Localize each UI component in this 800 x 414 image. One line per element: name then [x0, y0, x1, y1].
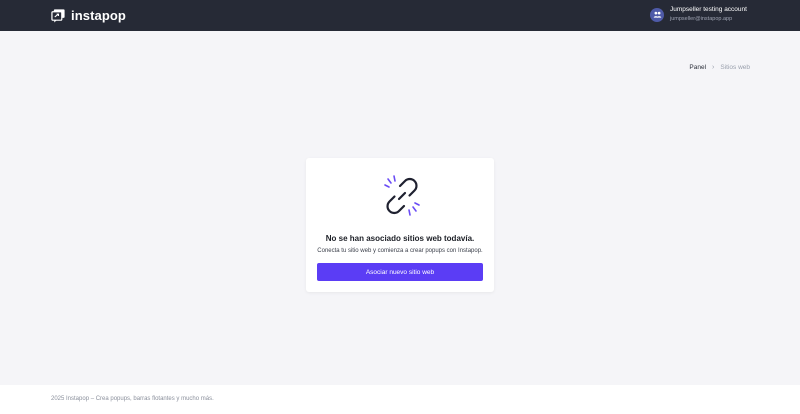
breadcrumb-home-link[interactable]: Panel [689, 64, 706, 71]
instapop-logo-icon [51, 9, 65, 23]
instapop-logo[interactable]: instapop [51, 8, 126, 23]
add-website-button[interactable]: Asociar nuevo sitio web [317, 263, 483, 281]
account-info: Jumpseller testing account jumpseller@in… [670, 6, 747, 23]
broken-link-icon [384, 175, 420, 216]
breadcrumb: Panel › Sitios web [689, 64, 750, 71]
empty-state-card: No se han asociado sitios web todavía. C… [306, 158, 494, 292]
logo-text: instapop [71, 8, 126, 23]
footer-text: 2025 Instapop – Crea popups, barras flot… [51, 396, 214, 402]
breadcrumb-current: Sitios web [720, 64, 750, 71]
account-email: jumpseller@instapop.app [670, 16, 733, 22]
user-group-icon [653, 11, 661, 18]
footer: 2025 Instapop – Crea popups, barras flot… [0, 385, 800, 414]
account-name: Jumpseller testing account [670, 6, 747, 13]
account-menu[interactable]: Jumpseller testing account jumpseller@in… [650, 6, 747, 23]
empty-state-title: No se han asociado sitios web todavía. [325, 234, 475, 243]
empty-state-description: Conecta tu sitio web y comienza a crear … [317, 248, 483, 254]
avatar [650, 7, 664, 22]
top-navbar: instapop Jumpseller testing account jump… [0, 0, 800, 31]
breadcrumb-separator: › [712, 64, 715, 71]
